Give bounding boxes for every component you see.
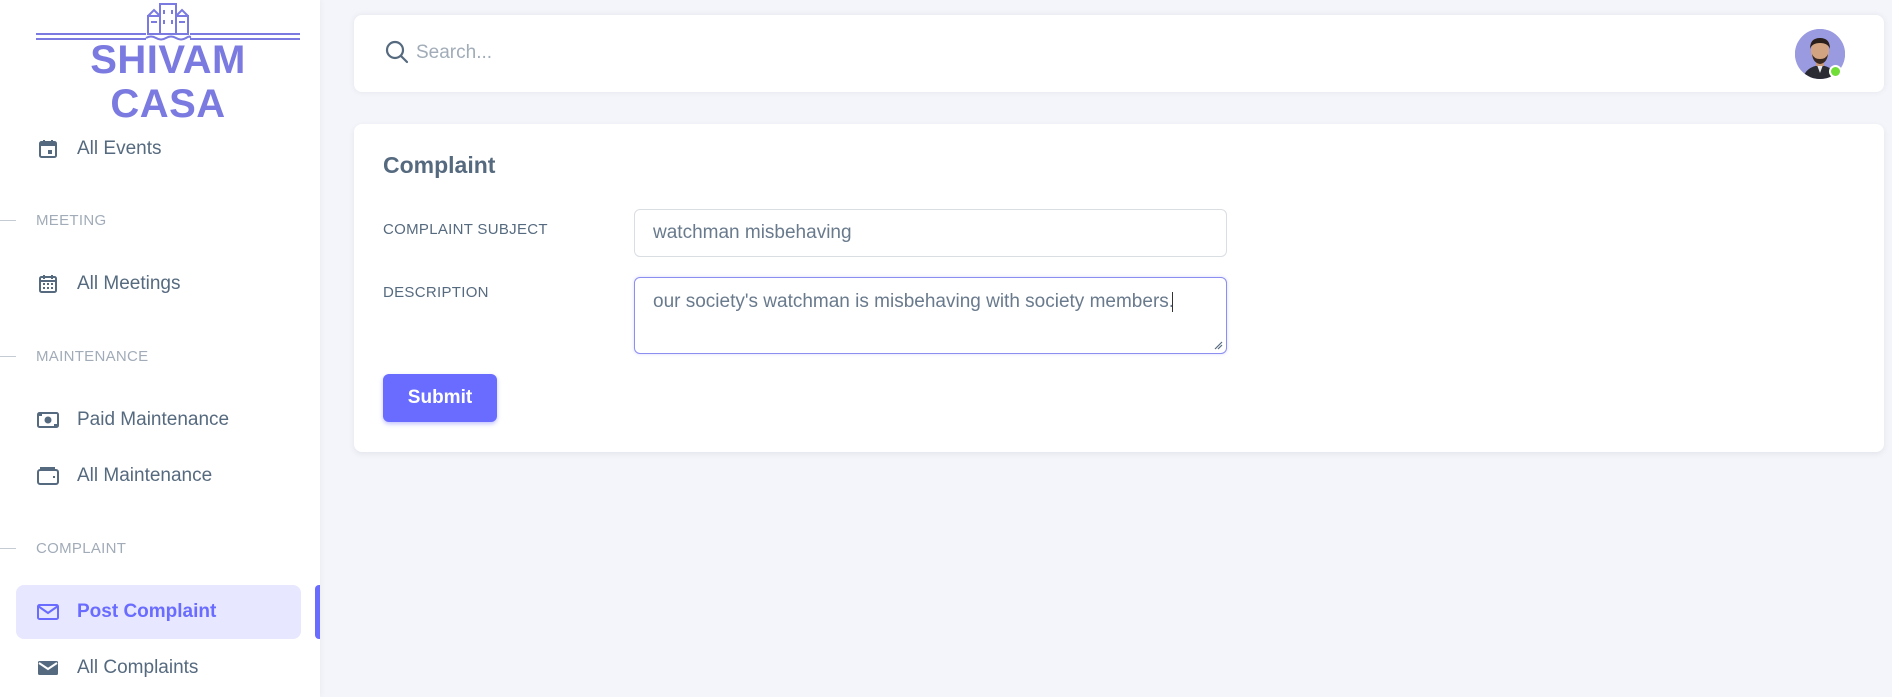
calendar-event-icon bbox=[37, 138, 59, 160]
sidebar-item-label: All Events bbox=[77, 138, 162, 159]
submit-button[interactable]: Submit bbox=[383, 374, 497, 422]
complaint-subject-label: COMPLAINT SUBJECT bbox=[383, 221, 548, 238]
sidebar-item-paid-maintenance[interactable]: Paid Maintenance bbox=[16, 393, 301, 447]
divider bbox=[0, 219, 16, 221]
divider bbox=[0, 547, 16, 549]
wallet-icon bbox=[37, 465, 59, 487]
sidebar-item-all-events[interactable]: All Events bbox=[16, 122, 301, 176]
search-input[interactable] bbox=[416, 33, 676, 73]
menu-header-maintenance: MAINTENANCE bbox=[0, 344, 300, 368]
calendar-icon bbox=[37, 273, 59, 295]
menu-header-label: MEETING bbox=[36, 211, 107, 229]
complaint-card: Complaint COMPLAINT SUBJECT watchman mis… bbox=[354, 124, 1884, 452]
sidebar-item-label: Paid Maintenance bbox=[77, 409, 230, 430]
divider bbox=[0, 355, 16, 357]
menu-header-meeting: MEETING bbox=[0, 208, 300, 232]
sidebar: SHIVAM CASA All Events MEETING All Meeti… bbox=[0, 0, 320, 697]
description-text: our society's watchman is misbehaving wi… bbox=[653, 291, 1175, 312]
menu-header-label: MAINTENANCE bbox=[36, 347, 149, 365]
sidebar-item-post-complaint[interactable]: Post Complaint bbox=[16, 585, 301, 639]
sidebar-item-all-maintenance[interactable]: All Maintenance bbox=[16, 449, 301, 503]
sidebar-item-all-complaints[interactable]: All Complaints bbox=[16, 641, 301, 695]
description-label: DESCRIPTION bbox=[383, 284, 489, 301]
complaint-subject-input[interactable]: watchman misbehaving bbox=[634, 209, 1227, 257]
text-cursor bbox=[1172, 291, 1174, 312]
brand-logo[interactable]: SHIVAM CASA bbox=[36, 0, 300, 126]
resize-grip-icon[interactable] bbox=[1213, 340, 1223, 350]
description-textarea[interactable]: our society's watchman is misbehaving wi… bbox=[634, 277, 1227, 354]
sidebar-item-label: All Complaints bbox=[77, 657, 199, 678]
menu-header-label: COMPLAINT bbox=[36, 539, 127, 557]
active-indicator bbox=[315, 585, 320, 639]
money-icon bbox=[37, 409, 59, 431]
sidebar-item-label: All Meetings bbox=[77, 273, 181, 294]
sidebar-item-label: Post Complaint bbox=[77, 601, 217, 622]
top-navbar bbox=[354, 15, 1884, 92]
envelope-outline-icon bbox=[37, 601, 59, 623]
card-title: Complaint bbox=[383, 152, 496, 178]
sidebar-item-all-meetings[interactable]: All Meetings bbox=[16, 257, 301, 311]
menu-header-complaint: COMPLAINT bbox=[0, 536, 300, 560]
brand-name: SHIVAM CASA bbox=[90, 38, 246, 126]
online-status-badge bbox=[1829, 65, 1842, 78]
sidebar-item-label: All Maintenance bbox=[77, 465, 213, 486]
envelope-filled-icon bbox=[37, 657, 59, 679]
search-icon[interactable] bbox=[384, 39, 410, 70]
